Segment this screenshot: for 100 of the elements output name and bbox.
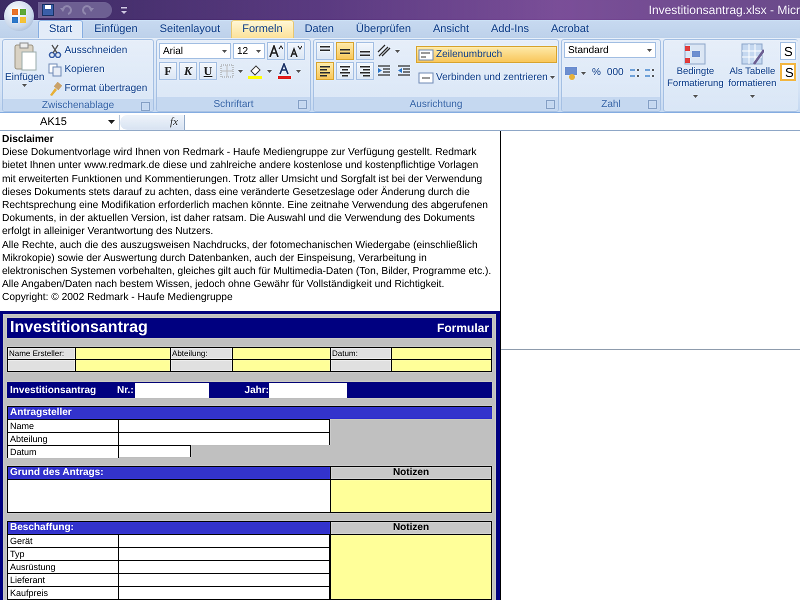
section-header: Antragsteller <box>8 407 492 419</box>
ribbon-tab[interactable]: Add-Ins <box>480 20 540 38</box>
save-icon[interactable] <box>42 4 54 16</box>
grow-font-button[interactable] <box>267 42 285 60</box>
number-format-button[interactable]: % <box>590 64 603 81</box>
section-header: Grund des Antrags: <box>8 467 330 479</box>
window-title: Investitionsantrag.xlsx - Micr <box>648 3 800 17</box>
customize-caret-icon[interactable] <box>120 6 128 14</box>
align-left-button[interactable] <box>316 62 334 80</box>
field-label: Name Ersteller: <box>8 348 76 360</box>
number-format-button[interactable]: 000 <box>604 64 626 81</box>
align-middle-icon <box>340 48 350 54</box>
office-button[interactable] <box>4 1 34 31</box>
input-field[interactable] <box>119 560 330 573</box>
underline-button[interactable]: U <box>199 62 217 80</box>
input-field[interactable] <box>76 348 171 360</box>
input-field[interactable] <box>119 432 330 445</box>
table-cell <box>171 360 233 372</box>
align-center-button[interactable] <box>336 62 354 80</box>
italic-button[interactable]: K <box>179 62 197 80</box>
ribbon-tab[interactable]: Ansicht <box>422 20 480 38</box>
small-letter-icon <box>290 45 302 57</box>
wrap-text-icon <box>418 48 434 60</box>
bar-label: Investitionsantrag <box>9 384 98 396</box>
number-format-field[interactable]: Standard <box>564 42 656 58</box>
text-area[interactable] <box>8 479 330 512</box>
copy-icon <box>48 62 62 76</box>
notes-field[interactable] <box>330 479 491 512</box>
name-box[interactable]: AK15 <box>0 114 120 130</box>
paintbrush-icon <box>48 82 62 96</box>
ribbon-tab[interactable]: Überprüfen <box>344 20 422 38</box>
input-field[interactable] <box>119 419 330 432</box>
align-center-icon <box>339 64 351 78</box>
input-field[interactable] <box>233 360 331 372</box>
toolbar-button[interactable]: Ausschneiden <box>46 42 150 59</box>
align-top-button[interactable] <box>316 42 334 60</box>
font-size-field[interactable]: 12 <box>233 43 265 59</box>
section-header: Beschaffung: <box>8 522 330 534</box>
ribbon-button[interactable]: Bedingte Formatierung <box>666 42 725 109</box>
bold-button[interactable]: F <box>159 62 177 80</box>
fill-color-icon[interactable] <box>247 63 275 79</box>
disclaimer-line: Dokuments, in der aktuellen Version, ist daher ratsam. Die Auswahl und die Verwendung des Dokuments <box>2 212 475 226</box>
align-right-button[interactable] <box>356 62 374 80</box>
group-label: Zwischenablage <box>42 100 114 110</box>
align-middle-button[interactable] <box>336 42 354 60</box>
input-field[interactable] <box>119 534 330 547</box>
cell-style-item[interactable]: S <box>780 42 796 60</box>
input-field[interactable] <box>233 348 331 360</box>
field-label: Lieferant <box>8 573 119 586</box>
input-field[interactable] <box>76 360 171 372</box>
scissors-icon <box>48 44 62 58</box>
disclaimer-line: Copyright: © 2002 Redmark - Haufe Mediengruppe <box>2 291 233 304</box>
align-bottom-icon <box>360 51 370 56</box>
align-bottom-button[interactable] <box>356 42 374 60</box>
toolbar-button[interactable]: Kopieren <box>46 61 150 78</box>
align-left-icon <box>319 64 331 78</box>
disclaimer-line: Diese Dokumentvorlage wird Ihnen von Redmark - Haufe Mediengruppe zur Verfügung gestellt. Redmark <box>2 146 477 160</box>
disclaimer-line: elektronischen Systemen vorbehalten, gleiches gilt auch für Multimedia-Daten (Ton, Bilder, Programme etc.). <box>2 264 492 278</box>
notes-field[interactable] <box>330 534 491 599</box>
shrink-font-button[interactable] <box>287 42 305 60</box>
field-label: Kaufpreis <box>8 586 119 599</box>
ribbon-button[interactable]: Als Tabelle formatieren <box>726 42 778 109</box>
ribbon-tab[interactable]: Start <box>38 20 84 38</box>
group-label: Zahl <box>601 98 621 110</box>
paste-button[interactable]: Einfügen <box>5 42 44 97</box>
input-field[interactable] <box>119 586 330 599</box>
currency-icon[interactable] <box>564 64 588 80</box>
input-field[interactable] <box>119 445 191 457</box>
input-field[interactable] <box>119 547 330 560</box>
field-label: Jahr: <box>244 384 269 396</box>
field-label: Abteilung <box>8 432 119 445</box>
insert-function-button[interactable]: fx <box>170 116 178 128</box>
input-field[interactable] <box>119 573 330 586</box>
wrap-text-button[interactable]: Zeilenumbruch <box>416 46 557 63</box>
ribbon-tab[interactable]: Acrobat <box>540 20 600 38</box>
input-field[interactable] <box>392 348 492 360</box>
align-top-icon <box>320 46 330 51</box>
cell-style-item[interactable]: S <box>780 63 796 81</box>
ribbon-tab[interactable]: Seitenlayout <box>148 20 232 38</box>
toolbar-button[interactable]: Format übertragen <box>46 80 150 97</box>
conditional-format-icon <box>683 42 708 66</box>
table-brush-icon <box>740 42 764 66</box>
ribbon-tab[interactable]: Einfügen <box>83 20 149 38</box>
disclaimer-heading: Disclaimer <box>2 133 54 146</box>
ribbon-tab[interactable]: Formeln <box>231 20 294 38</box>
group-label: Schriftart <box>213 98 254 110</box>
notes-header: Notizen <box>330 522 491 534</box>
align-right-icon <box>359 64 371 78</box>
ribbon-tab[interactable]: Daten <box>294 20 345 38</box>
input-field[interactable] <box>269 382 347 398</box>
disclaimer-line: Alle Angaben/Daten nach bestem Wissen, jedoch ohne Gewähr für Vollständigkeit und Richtigkeit. <box>2 278 444 292</box>
font-name-field[interactable]: Arial <box>159 43 231 59</box>
form-subtitle: Formular <box>436 321 489 335</box>
large-letter-icon <box>269 45 283 57</box>
merge-center-button[interactable]: Verbinden und zentrieren <box>416 69 557 86</box>
input-field[interactable] <box>135 382 209 398</box>
caret-icon <box>692 95 698 98</box>
group-label: Ausrichtung <box>410 98 462 110</box>
input-field[interactable] <box>392 360 492 372</box>
disclaimer-line: Alle Rechte, auch die des auszugsweisen Nachdrucks, der fotomechanischen Wiedergabe (einschließlich <box>2 238 478 252</box>
